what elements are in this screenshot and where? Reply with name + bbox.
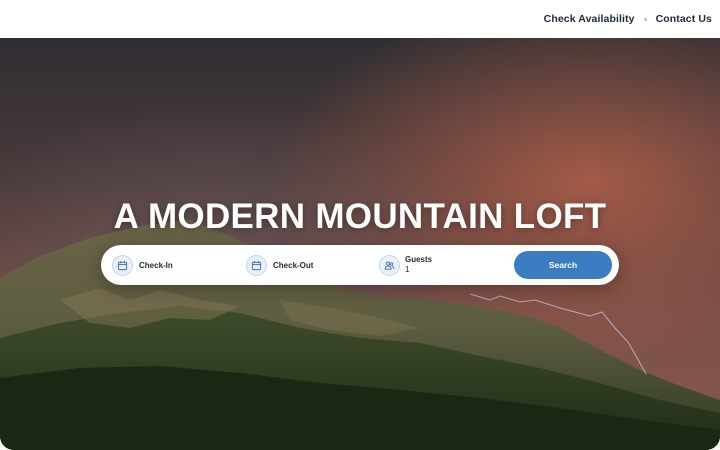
users-icon <box>379 254 400 276</box>
primary-nav: Check Availability Contact Us <box>544 0 712 38</box>
search-button[interactable]: Search <box>514 251 612 279</box>
check-in-field[interactable]: Check-In <box>112 245 240 285</box>
booking-search-bar: Check-In Check-Out Guests 1 Search <box>101 245 619 285</box>
calendar-icon <box>246 254 267 276</box>
guests-value: 1 <box>405 265 410 274</box>
guests-text-group: Guests 1 <box>405 255 432 275</box>
check-out-label: Check-Out <box>273 260 314 270</box>
hero-headline: A MODERN MOUNTAIN LOFT <box>113 197 607 236</box>
check-in-label: Check-In <box>139 260 173 270</box>
nav-separator <box>643 17 647 21</box>
calendar-icon <box>112 254 133 276</box>
check-out-field[interactable]: Check-Out <box>246 245 374 285</box>
guests-field[interactable]: Guests 1 <box>379 245 507 285</box>
top-navigation-bar: Check Availability Contact Us <box>0 0 720 38</box>
mountain-landscape-image <box>0 38 720 450</box>
guests-label: Guests <box>405 255 433 264</box>
nav-contact-us-link[interactable]: Contact Us <box>656 13 712 25</box>
hero-background-image <box>0 38 720 450</box>
nav-check-availability-link[interactable]: Check Availability <box>544 13 635 25</box>
